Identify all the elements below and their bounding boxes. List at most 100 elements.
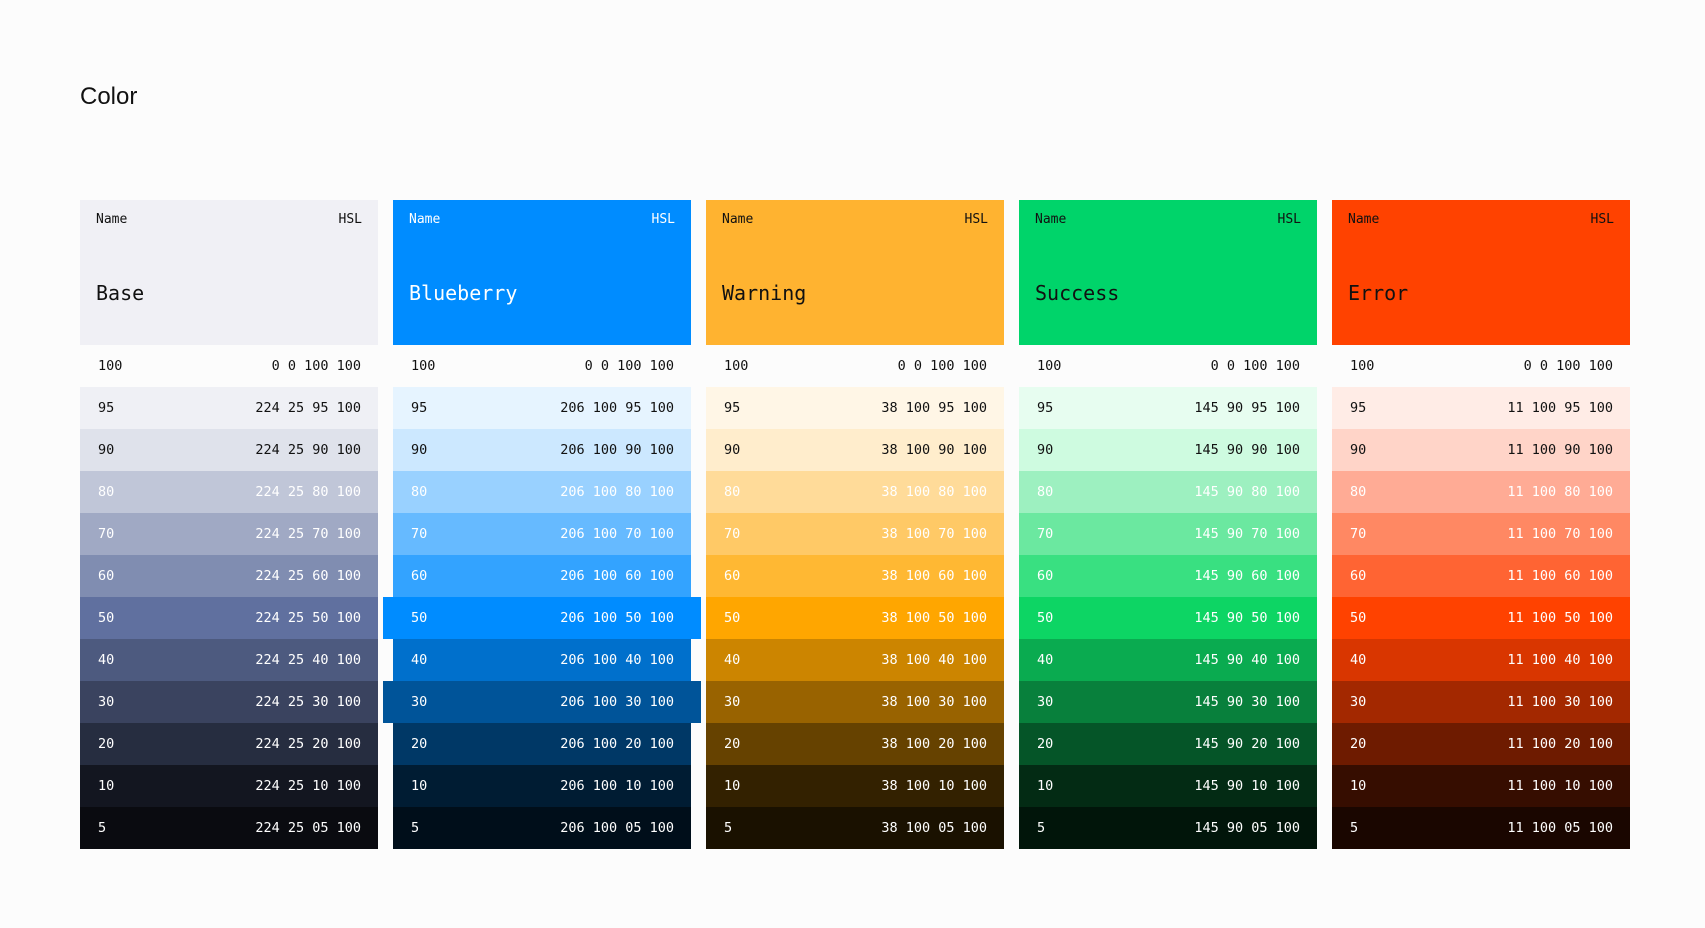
swatch-success-80[interactable]: 80 145 90 80 100 — [1019, 471, 1317, 513]
swatch-level: 100 — [98, 358, 123, 374]
swatch-warning-80[interactable]: 80 38 100 80 100 — [706, 471, 1004, 513]
swatch-error-5[interactable]: 5 11 100 05 100 — [1332, 807, 1630, 849]
swatch-hsl-value: 224 25 05 100 — [255, 820, 361, 836]
swatch-error-80[interactable]: 80 11 100 80 100 — [1332, 471, 1630, 513]
swatch-level: 40 — [411, 652, 428, 668]
swatch-warning-100[interactable]: 100 0 0 100 100 — [706, 345, 1004, 387]
swatch-level: 10 — [411, 778, 428, 794]
swatch-error-30[interactable]: 30 11 100 30 100 — [1332, 681, 1630, 723]
swatch-level: 80 — [1037, 484, 1054, 500]
swatch-level: 100 — [1037, 358, 1062, 374]
swatch-hsl-value: 224 25 20 100 — [255, 736, 361, 752]
swatch-success-70[interactable]: 70 145 90 70 100 — [1019, 513, 1317, 555]
swatch-hsl-value: 206 100 40 100 — [560, 652, 674, 668]
swatch-level: 50 — [1350, 610, 1367, 626]
swatch-level: 30 — [1350, 694, 1367, 710]
swatch-blueberry-5[interactable]: 5 206 100 05 100 — [393, 807, 691, 849]
swatch-hsl-value: 206 100 80 100 — [560, 484, 674, 500]
swatch-error-20[interactable]: 20 11 100 20 100 — [1332, 723, 1630, 765]
swatch-level: 90 — [98, 442, 115, 458]
swatch-success-5[interactable]: 5 145 90 05 100 — [1019, 807, 1317, 849]
swatch-base-70[interactable]: 70 224 25 70 100 — [80, 513, 378, 555]
swatch-base-30[interactable]: 30 224 25 30 100 — [80, 681, 378, 723]
swatch-success-40[interactable]: 40 145 90 40 100 — [1019, 639, 1317, 681]
swatch-hsl-value: 11 100 10 100 — [1507, 778, 1613, 794]
swatch-warning-10[interactable]: 10 38 100 10 100 — [706, 765, 1004, 807]
swatch-hsl-value: 224 25 60 100 — [255, 568, 361, 584]
swatch-base-60[interactable]: 60 224 25 60 100 — [80, 555, 378, 597]
swatch-hsl-value: 38 100 05 100 — [881, 820, 987, 836]
swatch-base-80[interactable]: 80 224 25 80 100 — [80, 471, 378, 513]
swatch-warning-40[interactable]: 40 38 100 40 100 — [706, 639, 1004, 681]
swatch-level: 5 — [1037, 820, 1046, 836]
swatch-error-100[interactable]: 100 0 0 100 100 — [1332, 345, 1630, 387]
swatch-warning-70[interactable]: 70 38 100 70 100 — [706, 513, 1004, 555]
swatch-success-50[interactable]: 50 145 90 50 100 — [1019, 597, 1317, 639]
swatch-success-90[interactable]: 90 145 90 90 100 — [1019, 429, 1317, 471]
swatch-success-95[interactable]: 95 145 90 95 100 — [1019, 387, 1317, 429]
swatch-warning-30[interactable]: 30 38 100 30 100 — [706, 681, 1004, 723]
swatch-level: 30 — [98, 694, 115, 710]
page-title: Color — [80, 83, 138, 110]
swatch-hsl-value: 0 0 100 100 — [1523, 358, 1613, 374]
swatch-base-20[interactable]: 20 224 25 20 100 — [80, 723, 378, 765]
swatch-level: 90 — [1037, 442, 1054, 458]
swatch-hsl-value: 145 90 30 100 — [1194, 694, 1300, 710]
swatch-blueberry-80[interactable]: 80 206 100 80 100 — [393, 471, 691, 513]
swatch-hsl-value: 38 100 40 100 — [881, 652, 987, 668]
swatch-hsl-value: 206 100 30 100 — [560, 694, 674, 710]
swatch-error-10[interactable]: 10 11 100 10 100 — [1332, 765, 1630, 807]
swatch-blueberry-100[interactable]: 100 0 0 100 100 — [393, 345, 691, 387]
swatch-hsl-value: 0 0 100 100 — [271, 358, 361, 374]
swatch-warning-60[interactable]: 60 38 100 60 100 — [706, 555, 1004, 597]
swatch-base-10[interactable]: 10 224 25 10 100 — [80, 765, 378, 807]
swatch-error-40[interactable]: 40 11 100 40 100 — [1332, 639, 1630, 681]
swatch-hsl-value: 206 100 10 100 — [560, 778, 674, 794]
swatch-success-10[interactable]: 10 145 90 10 100 — [1019, 765, 1317, 807]
swatch-base-95[interactable]: 95 224 25 95 100 — [80, 387, 378, 429]
swatch-level: 10 — [724, 778, 741, 794]
swatch-error-90[interactable]: 90 11 100 90 100 — [1332, 429, 1630, 471]
swatch-hsl-value: 11 100 60 100 — [1507, 568, 1613, 584]
swatch-warning-50[interactable]: 50 38 100 50 100 — [706, 597, 1004, 639]
swatch-level: 90 — [724, 442, 741, 458]
swatch-base-90[interactable]: 90 224 25 90 100 — [80, 429, 378, 471]
swatch-hsl-value: 11 100 30 100 — [1507, 694, 1613, 710]
swatch-blueberry-30[interactable]: 30 206 100 30 100 — [383, 681, 701, 723]
swatch-warning-5[interactable]: 5 38 100 05 100 — [706, 807, 1004, 849]
swatch-level: 40 — [1037, 652, 1054, 668]
swatch-hsl-value: 38 100 70 100 — [881, 526, 987, 542]
swatch-warning-20[interactable]: 20 38 100 20 100 — [706, 723, 1004, 765]
swatch-error-70[interactable]: 70 11 100 70 100 — [1332, 513, 1630, 555]
swatch-error-95[interactable]: 95 11 100 95 100 — [1332, 387, 1630, 429]
swatch-base-100[interactable]: 100 0 0 100 100 — [80, 345, 378, 387]
swatch-error-60[interactable]: 60 11 100 60 100 — [1332, 555, 1630, 597]
swatch-warning-95[interactable]: 95 38 100 95 100 — [706, 387, 1004, 429]
swatch-base-5[interactable]: 5 224 25 05 100 — [80, 807, 378, 849]
swatch-level: 50 — [98, 610, 115, 626]
swatch-warning-90[interactable]: 90 38 100 90 100 — [706, 429, 1004, 471]
swatch-blueberry-50[interactable]: 50 206 100 50 100 — [383, 597, 701, 639]
swatch-level: 20 — [1350, 736, 1367, 752]
swatch-blueberry-70[interactable]: 70 206 100 70 100 — [393, 513, 691, 555]
swatch-success-100[interactable]: 100 0 0 100 100 — [1019, 345, 1317, 387]
swatch-blueberry-20[interactable]: 20 206 100 20 100 — [393, 723, 691, 765]
swatch-success-20[interactable]: 20 145 90 20 100 — [1019, 723, 1317, 765]
swatch-blueberry-95[interactable]: 95 206 100 95 100 — [393, 387, 691, 429]
swatch-blueberry-40[interactable]: 40 206 100 40 100 — [393, 639, 691, 681]
swatch-blueberry-60[interactable]: 60 206 100 60 100 — [393, 555, 691, 597]
swatch-base-40[interactable]: 40 224 25 40 100 — [80, 639, 378, 681]
palette-base: Name HSL Base 100 0 0 100 100 95 224 25 95 100… — [80, 200, 378, 849]
swatch-base-50[interactable]: 50 224 25 50 100 — [80, 597, 378, 639]
swatch-hsl-value: 38 100 50 100 — [881, 610, 987, 626]
swatch-blueberry-10[interactable]: 10 206 100 10 100 — [393, 765, 691, 807]
swatch-blueberry-90[interactable]: 90 206 100 90 100 — [393, 429, 691, 471]
swatch-success-30[interactable]: 30 145 90 30 100 — [1019, 681, 1317, 723]
swatch-level: 90 — [411, 442, 428, 458]
swatch-level: 20 — [411, 736, 428, 752]
swatch-level: 80 — [98, 484, 115, 500]
swatch-hsl-value: 11 100 95 100 — [1507, 400, 1613, 416]
swatch-success-60[interactable]: 60 145 90 60 100 — [1019, 555, 1317, 597]
swatch-level: 50 — [411, 610, 428, 626]
swatch-error-50[interactable]: 50 11 100 50 100 — [1332, 597, 1630, 639]
